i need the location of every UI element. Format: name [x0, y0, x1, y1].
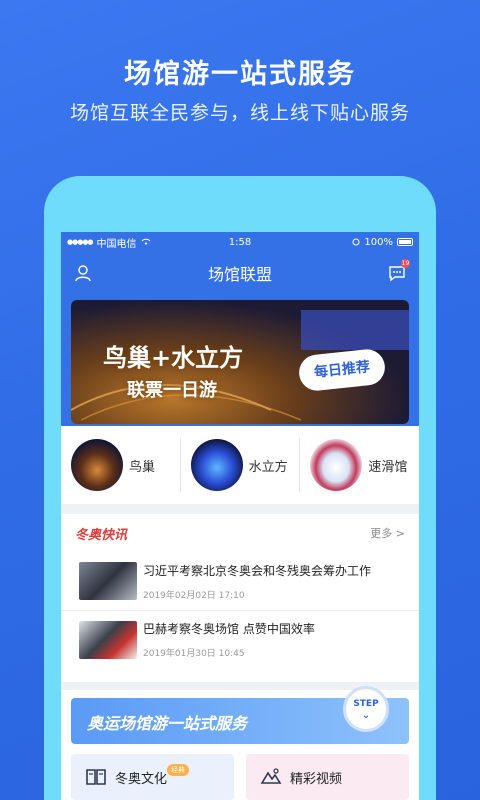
venue-thumbnail	[71, 439, 123, 491]
user-icon[interactable]	[73, 263, 93, 283]
venue-item-water-cube[interactable]: 水立方	[181, 438, 301, 492]
news-thumbnail	[79, 620, 137, 659]
carrier-label: 中国电信	[96, 238, 137, 250]
status-bar: ●●●●● 中国电信 1:58 100%	[61, 232, 419, 252]
app-screen: ●●●●● 中国电信 1:58 100% 场馆联盟 19 鸟巢+水立方 联票一日…	[61, 232, 419, 800]
news-item[interactable]: 习近平考察北京冬奥会和冬残奥会筹办工作 2019年02月02日 17:10	[61, 552, 419, 610]
banner-headline: 鸟巢+水立方	[103, 344, 244, 372]
service-banner[interactable]: 奥运场馆游一站式服务 STEP ⌄	[71, 686, 409, 744]
nav-bar: 场馆联盟 19	[61, 252, 419, 294]
news-item[interactable]: 巴赫考察冬奥场馆 点赞中国效率 2019年01月30日 10:45	[61, 610, 419, 668]
venue-label: 水立方	[248, 459, 288, 475]
step-label: STEP	[353, 699, 379, 709]
card-label: 精彩视频	[290, 771, 343, 787]
chevron-down-icon: ⌄	[361, 710, 371, 721]
news-headline: 巴赫考察冬奥场馆 点赞中国效率	[143, 622, 315, 636]
venue-thumbnail	[310, 439, 363, 491]
news-title: 冬奥快讯	[75, 527, 128, 543]
page-title: 场馆联盟	[207, 265, 272, 284]
hero-title: 场馆游一站式服务	[124, 59, 356, 90]
venue-label: 速滑馆	[368, 459, 408, 475]
venue-label: 鸟巢	[129, 459, 156, 475]
news-date: 2019年01月30日 10:45	[143, 649, 245, 659]
wifi-icon	[141, 238, 150, 245]
promo-banner[interactable]: 鸟巢+水立方 联票一日游 每日推荐	[71, 300, 409, 424]
book-icon	[86, 769, 106, 785]
news-header: 冬奥快讯 更多 >	[61, 514, 419, 552]
venue-thumbnail	[190, 439, 243, 491]
battery-percent: 100%	[364, 236, 393, 248]
signal-icon: ●●●●●	[67, 238, 94, 246]
hero-subtitle: 场馆互联全民参与，线上线下贴心服务	[69, 102, 410, 124]
service-title: 奥运场馆游一站式服务	[87, 714, 248, 733]
news-more-link[interactable]: 更多 >	[370, 525, 405, 541]
service-cards: 冬奥文化 经典 精彩视频	[71, 754, 409, 800]
notification-badge: 19	[401, 259, 410, 268]
battery-icon	[397, 238, 413, 246]
card-highlight-videos[interactable]: 精彩视频	[246, 754, 409, 800]
card-winter-olympic-culture[interactable]: 冬奥文化 经典	[71, 754, 234, 800]
venue-item-speed-skating[interactable]: 速滑馆	[300, 438, 419, 492]
banner-subheadline: 联票一日游	[127, 380, 217, 401]
video-icon	[260, 768, 282, 784]
news-date: 2019年02月02日 17:10	[143, 590, 245, 601]
news-headline: 习近平考察北京冬奥会和冬残奥会筹办工作	[143, 563, 372, 578]
service-section: 奥运场馆游一站式服务 STEP ⌄ 冬奥文化 经典 精彩视频	[61, 686, 419, 800]
rotation-lock-icon	[352, 238, 360, 246]
step-button[interactable]: STEP ⌄	[343, 686, 389, 732]
venue-list: 鸟巢 水立方 速滑馆	[61, 426, 419, 504]
classic-badge: 经典	[167, 764, 189, 776]
news-section: 冬奥快讯 更多 > 习近平考察北京冬奥会和冬残奥会筹办工作 2019年02月02…	[61, 514, 419, 682]
venue-item-birds-nest[interactable]: 鸟巢	[61, 438, 181, 492]
news-thumbnail	[79, 562, 137, 600]
card-label: 冬奥文化	[115, 771, 168, 787]
